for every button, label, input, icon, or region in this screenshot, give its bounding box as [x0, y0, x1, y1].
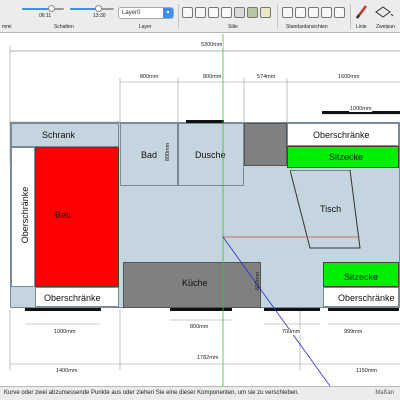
dim-top-1: 800mm	[139, 74, 160, 80]
room-label-bett: Bett	[55, 210, 72, 220]
dim-top-3: 574mm	[256, 74, 277, 80]
room-schrank[interactable]: Schrank	[11, 123, 119, 147]
room-label-oberschraenke-top: Oberschränke	[313, 130, 370, 140]
xray-style-icon[interactable]	[182, 7, 193, 18]
room-label-sitzecke-bottom: Sitzecke	[344, 272, 379, 282]
dim-top-2: 800mm	[202, 74, 223, 80]
window-bottom-left[interactable]	[25, 308, 101, 311]
model-canvas[interactable]: Schrank Bett Oberschränke Oberschränke B…	[0, 34, 400, 386]
room-label-schrank: Schrank	[42, 130, 76, 140]
room-bett[interactable]: Bett	[35, 147, 119, 287]
textured-style-icon[interactable]	[247, 7, 258, 18]
chevron-down-icon: ▾	[163, 8, 173, 18]
room-label-sitzecke-top: Sitzecke	[329, 152, 364, 162]
shadow-time-fill	[70, 8, 98, 10]
dim-window-2: 800mm	[189, 324, 210, 330]
room-label-oberschraenke-left: Oberschränke	[20, 186, 30, 244]
toolbar-divider	[350, 4, 351, 29]
status-hint: Kurve oder zwei abzumessende Punkte aus …	[4, 390, 300, 396]
toolbar: mmi 06:11 13:30 Schatten Layer0 ▾ Layer	[0, 0, 400, 33]
right-view-icon[interactable]	[321, 7, 332, 18]
front-view-icon[interactable]	[308, 7, 319, 18]
room-label-oberschraenke-bottom-right: Oberschränke	[338, 293, 395, 303]
measurements-label[interactable]: Maßan	[375, 390, 394, 396]
top-view-icon[interactable]	[295, 7, 306, 18]
shadow-date-fill	[22, 8, 51, 10]
dim-bad-height: 800mm	[165, 142, 172, 162]
layer-select-value: Layer0	[122, 10, 141, 16]
style-label: Stile	[228, 24, 238, 30]
back-view-icon[interactable]	[334, 7, 345, 18]
iso-view-icon[interactable]	[282, 7, 293, 18]
dim-window-1: 1000mm	[53, 329, 77, 335]
window-bottom-far-right[interactable]	[328, 308, 399, 311]
room-sitzecke-top[interactable]: Sitzecke	[287, 146, 399, 168]
layer-label: Layer	[139, 24, 152, 30]
monochrome-style-icon[interactable]	[260, 7, 271, 18]
hidden-line-style-icon[interactable]	[221, 7, 232, 18]
wireframe-style-icon[interactable]	[208, 7, 219, 18]
line-label: Linie	[356, 24, 367, 30]
layer-select[interactable]: Layer0 ▾	[118, 7, 174, 19]
sketchup-window: mmi 06:11 13:30 Schatten Layer0 ▾ Layer	[0, 0, 400, 400]
shadow-time-start: 06:11	[39, 13, 52, 19]
table-tisch[interactable]	[290, 170, 380, 260]
room-dusche[interactable]: Dusche	[178, 123, 244, 186]
shadow-time-knob[interactable]	[95, 5, 102, 12]
room-label-tisch: Tisch	[320, 204, 342, 214]
toolbar-divider	[277, 4, 278, 29]
dim-section-2: 1782mm	[196, 355, 220, 361]
dim-overall-width: 5300mm	[200, 42, 224, 48]
room-label-bad: Bad	[141, 150, 158, 160]
shadow-date-knob[interactable]	[48, 5, 55, 12]
dim-window-3: 700mm	[281, 329, 302, 335]
dim-section-3: 1150mm	[355, 368, 378, 374]
shadows-group: 06:11 13:30 Schatten	[18, 0, 118, 33]
back-edges-style-icon[interactable]	[195, 7, 206, 18]
toolbar-divider	[178, 4, 179, 29]
room-label-oberschraenke-bottom-left: Oberschränke	[44, 293, 101, 303]
shadows-label: Schatten	[54, 24, 74, 30]
shaded-style-icon[interactable]	[234, 7, 245, 18]
pencil-icon	[355, 5, 367, 19]
shadow-time-end: 13:30	[93, 13, 106, 19]
room-kueche[interactable]: Küche	[123, 262, 261, 308]
room-oberschraenke-bottom-right[interactable]: Oberschränke	[323, 287, 399, 307]
window-bottom-mid[interactable]	[170, 308, 232, 311]
dim-window-4: 999mm	[343, 329, 364, 335]
room-oberschraenke-top[interactable]: Oberschränke	[287, 123, 399, 146]
window-top[interactable]	[186, 120, 224, 123]
two-point-perspective-icon	[375, 6, 394, 18]
room-label-dusche: Dusche	[195, 150, 226, 160]
dim-top-4: 1600mm	[337, 74, 361, 80]
toolbar-left-label: mmi	[2, 24, 12, 30]
window-bottom-right[interactable]	[264, 308, 320, 311]
two-point-label: Zweipun	[376, 24, 395, 30]
gray-cabinet-top[interactable]	[244, 123, 287, 166]
room-oberschraenke-left[interactable]: Oberschränke	[11, 147, 35, 287]
dim-kueche-height: 602mm	[255, 271, 262, 291]
room-sitzecke-bottom[interactable]: Sitzecke	[323, 262, 399, 287]
room-label-kueche: Küche	[182, 278, 208, 288]
dim-section-1: 1400mm	[55, 368, 79, 374]
status-bar: Kurve oder zwei abzumessende Punkte aus …	[0, 386, 400, 400]
standard-views-label: Standardansichten	[286, 24, 328, 30]
room-oberschraenke-bottom-left[interactable]: Oberschränke	[35, 287, 119, 307]
dim-top-5: 1000mm	[349, 106, 373, 112]
